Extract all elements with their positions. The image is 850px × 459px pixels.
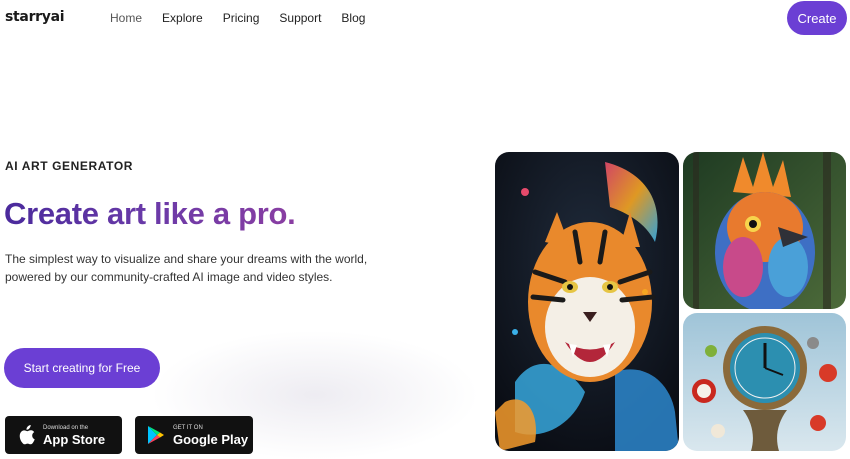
- hero-eyebrow: AI ART GENERATOR: [5, 159, 134, 173]
- hero-description: The simplest way to visualize and share …: [5, 252, 368, 284]
- nav-explore[interactable]: Explore: [162, 11, 203, 25]
- starryai-logo[interactable]: starryai: [5, 9, 65, 25]
- bird-artwork[interactable]: [683, 152, 846, 309]
- google-play-small-text: GET IT ON: [173, 424, 203, 431]
- nav-home[interactable]: Home: [110, 11, 142, 25]
- nav-blog[interactable]: Blog: [341, 11, 365, 25]
- create-button[interactable]: Create: [787, 1, 847, 35]
- clock-artwork[interactable]: [683, 313, 846, 451]
- app-store-label: App Store: [43, 431, 106, 447]
- nav-support[interactable]: Support: [279, 11, 321, 25]
- top-navigation: starryai Home Explore Pricing Support Bl…: [0, 0, 850, 36]
- google-play-label: Google Play: [173, 431, 249, 447]
- tiger-artwork[interactable]: [495, 152, 679, 451]
- hero-headline: Create art like a pro.: [4, 196, 296, 231]
- start-creating-button[interactable]: Start creating for Free: [4, 348, 160, 388]
- nav-menu: Home Explore Pricing Support Blog: [110, 11, 385, 25]
- app-store-small-text: Download on the: [43, 424, 89, 431]
- google-play-badge[interactable]: GET IT ON Google Play: [135, 416, 253, 454]
- google-play-icon: [145, 424, 167, 446]
- apple-icon: [15, 424, 37, 446]
- app-store-badge[interactable]: Download on the App Store: [5, 416, 122, 454]
- nav-pricing[interactable]: Pricing: [223, 11, 260, 25]
